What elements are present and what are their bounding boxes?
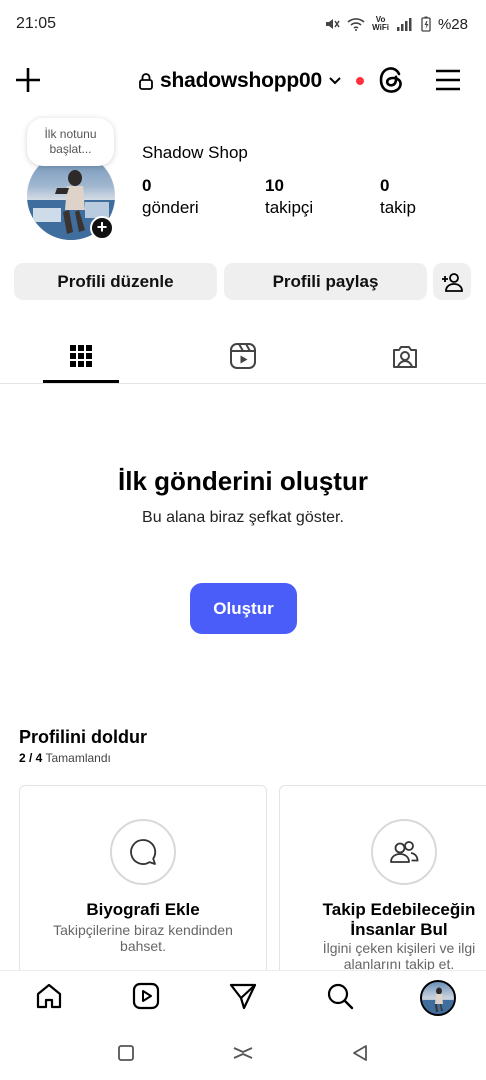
reels-icon bbox=[230, 343, 256, 369]
people-icon bbox=[390, 841, 419, 863]
stat-followers[interactable]: 10 takipçi bbox=[265, 176, 313, 220]
recents-button[interactable] bbox=[114, 1041, 138, 1065]
signal-icon bbox=[396, 18, 412, 31]
complete-profile-title: Profilini doldur bbox=[19, 727, 147, 747]
card-add-bio-title: Biyografi Ekle bbox=[86, 900, 200, 919]
add-person-icon bbox=[442, 272, 463, 292]
card-find-people-title: Takip Edebileceğin İnsanlar Bul bbox=[322, 900, 476, 939]
nav-search[interactable] bbox=[325, 981, 355, 1011]
stat-posts-value: 0 bbox=[142, 176, 152, 195]
card-find-people-description: İlgini çeken kişileri ve ilgi alanlarını… bbox=[322, 940, 476, 972]
tagged-icon bbox=[393, 346, 417, 368]
square-icon bbox=[118, 1045, 134, 1061]
create-button[interactable] bbox=[14, 66, 42, 94]
threads-button[interactable] bbox=[378, 65, 406, 95]
active-tab-indicator bbox=[43, 380, 119, 383]
back-triangle-icon bbox=[353, 1045, 367, 1061]
share-profile-button[interactable]: Profili paylaş bbox=[224, 263, 427, 300]
stat-posts-label: gönderi bbox=[142, 198, 199, 217]
home-gesture-icon bbox=[233, 1047, 253, 1059]
stat-following-value: 0 bbox=[380, 176, 390, 195]
card-add-bio[interactable]: Biyografi Ekle Takipçilerine biraz kendi… bbox=[19, 785, 267, 985]
progress-label: Tamamlandı bbox=[45, 751, 111, 765]
grid-icon bbox=[70, 345, 92, 367]
reels-nav-icon bbox=[132, 982, 160, 1010]
home-gesture-button[interactable] bbox=[231, 1041, 255, 1065]
send-icon bbox=[229, 983, 257, 1010]
username: shadowshopp00 bbox=[160, 69, 322, 92]
card-find-people[interactable]: Takip Edebileceğin İnsanlar Bul İlgini ç… bbox=[279, 785, 486, 985]
search-icon bbox=[327, 983, 354, 1010]
status-icons: Vo WiFi %28 bbox=[324, 16, 468, 33]
add-story-button[interactable]: + bbox=[90, 216, 114, 240]
stat-followers-label: takipçi bbox=[265, 198, 314, 217]
stat-following[interactable]: 0 takip bbox=[380, 176, 416, 220]
card-add-bio-description: Takipçilerine biraz kendinden bahset. bbox=[53, 922, 233, 954]
system-nav-bar bbox=[0, 1026, 486, 1080]
chevron-down-icon bbox=[329, 77, 341, 85]
wifi-icon bbox=[347, 18, 365, 31]
vowifi-wifi: WiFi bbox=[372, 23, 389, 32]
empty-state-title: İlk gönderini oluştur bbox=[118, 466, 368, 496]
back-button[interactable] bbox=[348, 1041, 372, 1065]
nav-reels[interactable] bbox=[131, 981, 161, 1011]
plus-icon bbox=[16, 68, 40, 92]
empty-state-subtitle: Bu alana biraz şefkat göster. bbox=[142, 509, 344, 526]
nav-profile[interactable] bbox=[420, 980, 456, 1016]
account-switcher[interactable]: shadowshopp00 bbox=[138, 66, 364, 96]
tab-posts[interactable] bbox=[43, 328, 119, 384]
stat-following-label: takip bbox=[380, 198, 416, 217]
discover-people-button[interactable] bbox=[433, 263, 471, 300]
create-post-button[interactable]: Oluştur bbox=[190, 583, 297, 634]
nav-messages[interactable] bbox=[228, 981, 258, 1011]
mute-icon bbox=[326, 19, 340, 29]
menu-icon bbox=[436, 69, 460, 91]
battery-icon bbox=[421, 16, 431, 32]
menu-button[interactable] bbox=[435, 68, 461, 92]
complete-profile-progress: 2 / 4 Tamamlandı bbox=[19, 751, 111, 765]
chat-bubble-icon bbox=[130, 839, 157, 865]
profile-header: shadowshopp00 bbox=[0, 56, 486, 106]
content-tabs bbox=[0, 328, 486, 384]
status-bar: 21:05 Vo WiFi %28 bbox=[0, 0, 486, 48]
stat-followers-value: 10 bbox=[265, 176, 284, 195]
profile-avatar-image bbox=[422, 987, 454, 1014]
vowifi-indicator: Vo WiFi bbox=[372, 16, 389, 32]
card-find-people-icon-circle bbox=[371, 819, 437, 885]
nav-home[interactable] bbox=[34, 981, 64, 1011]
lock-icon bbox=[139, 73, 153, 90]
notification-dot bbox=[355, 77, 364, 85]
bottom-nav bbox=[0, 970, 486, 1026]
home-icon bbox=[36, 983, 62, 1009]
tab-reels[interactable] bbox=[205, 328, 281, 384]
progress-count: 2 / 4 bbox=[19, 751, 43, 765]
edit-profile-button[interactable]: Profili düzenle bbox=[14, 263, 217, 300]
stat-posts[interactable]: 0 gönderi bbox=[142, 176, 199, 220]
tab-tagged[interactable] bbox=[367, 328, 443, 384]
card-add-bio-icon-circle bbox=[110, 819, 176, 885]
threads-icon bbox=[379, 67, 402, 93]
battery-percent: %28 bbox=[437, 15, 468, 33]
display-name: Shadow Shop bbox=[142, 143, 248, 162]
note-bubble[interactable]: İlk notunu başlat... bbox=[27, 118, 114, 166]
status-time: 21:05 bbox=[16, 15, 57, 32]
